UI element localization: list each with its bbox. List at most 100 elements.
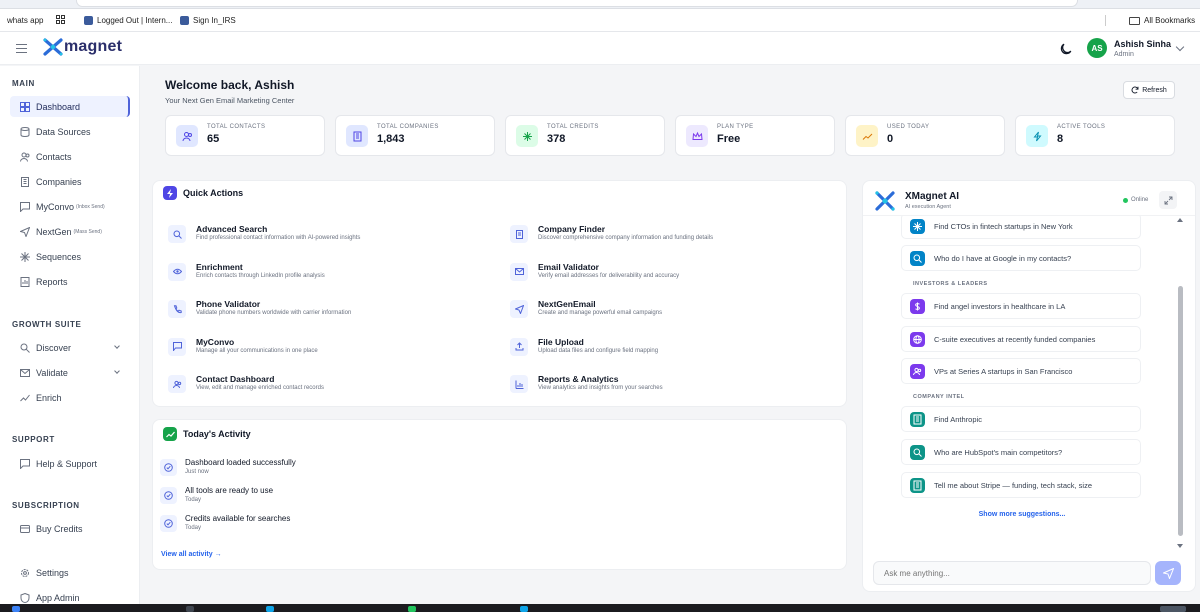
search-icon: [20, 343, 30, 353]
expand-button[interactable]: [1159, 191, 1177, 209]
sidebar-item-myconvo[interactable]: MyConvo (Inbox Send): [10, 196, 130, 217]
scroll-down-icon[interactable]: [1177, 544, 1183, 548]
quick-actions-title: Quick Actions: [183, 188, 244, 198]
ai-suggestion[interactable]: VPs at Series A startups in San Francisc…: [901, 358, 1141, 384]
sidebar-item-data-sources[interactable]: Data Sources: [10, 121, 130, 142]
activity-item: Credits available for searches Today: [160, 513, 460, 537]
taskbar-app-icon[interactable]: [186, 606, 194, 612]
ai-suggestion[interactable]: Who are HubSpot's main competitors?: [901, 439, 1141, 465]
show-more-suggestions-link[interactable]: Show more suggestions...: [863, 511, 1181, 518]
theme-toggle-button[interactable]: [1058, 41, 1074, 57]
check-circle-icon: [160, 459, 177, 476]
ai-suggestion[interactable]: Who do I have at Google in my contacts?: [901, 245, 1141, 271]
sidebar-item-nextgen[interactable]: NextGen (Mass Send): [10, 221, 130, 242]
people-icon: [168, 375, 186, 393]
view-all-activity-link[interactable]: View all activity →: [161, 551, 222, 558]
quick-action-description: Discover comprehensive company informati…: [538, 235, 714, 241]
people-icon: [910, 363, 925, 379]
page-title: Welcome back, Ashish: [165, 78, 295, 92]
quick-action-enrichment[interactable]: Enrichment Enrich contacts through Linked…: [168, 260, 498, 290]
scrollbar-thumb[interactable]: [1178, 286, 1183, 536]
send-button[interactable]: [1155, 561, 1181, 585]
taskbar-app-icon[interactable]: [266, 606, 274, 612]
sidebar-item-reports[interactable]: Reports: [10, 271, 130, 292]
quick-action-nextgenemail[interactable]: NextGenEmail Create and manage powerful e…: [510, 297, 840, 327]
ai-suggestion[interactable]: Find angel investors in healthcare in LA: [901, 293, 1141, 319]
stat-label: ACTIVE TOOLS: [1057, 124, 1106, 130]
taskbar-app-icon[interactable]: [520, 606, 528, 612]
sidebar-item-dashboard[interactable]: Dashboard: [10, 96, 130, 117]
taskbar-clock[interactable]: [1160, 606, 1186, 612]
stat-card-plan-type: PLAN TYPE Free: [675, 115, 835, 156]
mail-icon: [510, 262, 528, 281]
ai-suggestion[interactable]: C-suite executives at recently funded co…: [901, 326, 1141, 352]
quick-action-title: Enrichment: [196, 261, 243, 272]
avatar[interactable]: AS: [1087, 38, 1107, 58]
bookmark-whatsapp[interactable]: whats app: [7, 16, 43, 25]
activity-time: Today: [185, 497, 202, 503]
quick-action-description: Create and manage powerful email campaig…: [538, 310, 663, 316]
activity-title: All tools are ready to use: [185, 486, 274, 495]
sidebar-item-enrich[interactable]: Enrich: [10, 387, 130, 408]
quick-action-email-validator[interactable]: Email Validator Verify email addresses fo…: [510, 260, 840, 290]
chevron-down-icon[interactable]: [114, 343, 120, 349]
start-icon[interactable]: [12, 606, 20, 612]
quick-action-advanced-search[interactable]: Advanced Search Find professional contact…: [168, 222, 498, 252]
stat-value: 65: [207, 133, 220, 145]
stat-card-total-credits: TOTAL CREDITS 378: [505, 115, 665, 156]
chevron-down-icon[interactable]: [114, 368, 120, 374]
building-icon: [21, 176, 29, 187]
refresh-button[interactable]: Refresh: [1123, 81, 1175, 99]
menu-icon[interactable]: [16, 44, 27, 53]
quick-action-company-finder[interactable]: Company Finder Discover comprehensive com…: [510, 222, 840, 252]
stat-value: 1,843: [377, 133, 405, 145]
quick-action-contact-dashboard[interactable]: Contact Dashboard View, edit and manage e…: [168, 372, 498, 402]
send-icon: [20, 226, 30, 237]
scroll-up-icon[interactable]: [1177, 218, 1183, 222]
status-badge: Online: [1123, 197, 1148, 203]
users-icon: [20, 152, 30, 162]
ai-scrollbar[interactable]: [1177, 216, 1183, 551]
user-name[interactable]: Ashish Sinha: [1114, 39, 1171, 49]
chevron-down-icon[interactable]: [1175, 42, 1185, 52]
xmagnet-logo[interactable]: magnet: [43, 38, 122, 56]
send-icon: [1162, 567, 1174, 579]
quick-action-title: Company Finder: [538, 224, 606, 234]
sidebar-item-settings[interactable]: Settings: [10, 562, 130, 583]
ai-suggestion[interactable]: Find Anthropic: [901, 406, 1141, 432]
check-circle-icon: [160, 515, 177, 532]
ai-suggestions-list[interactable]: Find CTOs in fintech startups in New Yor…: [863, 215, 1195, 551]
suggestion-text: Tell me about Stripe — funding, tech sta…: [934, 480, 1092, 490]
sidebar-item-help[interactable]: Help & Support: [10, 453, 130, 474]
sidebar-item-companies[interactable]: Companies: [10, 171, 130, 192]
activity-title: Today's Activity: [183, 429, 251, 439]
expand-icon: [1164, 196, 1172, 204]
address-bar[interactable]: [76, 0, 1078, 7]
stat-value: 8: [1057, 133, 1064, 145]
quick-action-file-upload[interactable]: File Upload Upload data files and configu…: [510, 335, 840, 365]
quick-action-phone-validator[interactable]: Phone Validator Validate phone numbers wo…: [168, 297, 498, 327]
apps-grid-icon[interactable]: [56, 15, 65, 24]
user-role: Admin: [1114, 51, 1134, 58]
quick-action-title: Advanced Search: [196, 224, 268, 234]
sidebar-item-sequences[interactable]: Sequences: [10, 246, 130, 267]
ai-chat-input[interactable]: [873, 561, 1151, 585]
quick-action-reports-analytics[interactable]: Reports & Analytics View analytics and in…: [510, 372, 840, 402]
quick-action-description: Validate phone numbers worldwide with ca…: [196, 310, 352, 316]
suggestion-text: VPs at Series A startups in San Francisc…: [934, 366, 1073, 376]
sidebar-item-discover[interactable]: Discover: [10, 337, 130, 358]
taskbar-app-icon[interactable]: [408, 606, 416, 612]
upload-icon: [510, 337, 528, 356]
sidebar-item-contacts[interactable]: Contacts: [10, 146, 130, 167]
activity-item: Dashboard loaded successfully Just now: [160, 457, 460, 481]
quick-action-myconvo[interactable]: MyConvo Manage all your communications in…: [168, 335, 498, 365]
ai-suggestion[interactable]: Find CTOs in fintech startups in New Yor…: [901, 216, 1141, 239]
sidebar-item-buy-credits[interactable]: Buy Credits: [10, 518, 130, 539]
activity-title: Dashboard loaded successfully: [185, 458, 296, 467]
bookmark-logged-out[interactable]: Logged Out | Intern...: [84, 16, 172, 25]
ai-suggestion[interactable]: Tell me about Stripe — funding, tech sta…: [901, 472, 1141, 498]
all-bookmarks[interactable]: All Bookmarks: [1129, 16, 1195, 25]
bookmark-sign-in-irs[interactable]: Sign In_IRS: [180, 16, 236, 25]
sidebar-item-validate[interactable]: Validate: [10, 362, 130, 383]
quick-action-title: MyConvo: [196, 336, 235, 347]
